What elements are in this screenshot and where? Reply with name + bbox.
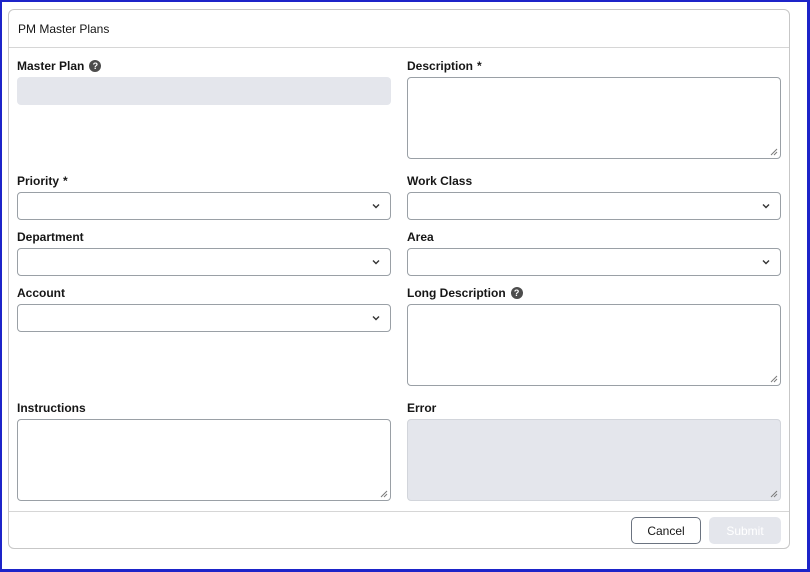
account-select[interactable] bbox=[17, 304, 391, 332]
work-class-label: Work Class bbox=[407, 174, 473, 188]
resize-grip-icon[interactable] bbox=[770, 375, 778, 383]
footer-divider bbox=[9, 511, 789, 512]
area-field: Area bbox=[407, 230, 781, 278]
master-plan-field: Master Plan ? bbox=[17, 59, 391, 107]
account-field: Account bbox=[17, 286, 391, 334]
priority-label: Priority bbox=[17, 174, 60, 188]
required-marker: * bbox=[477, 59, 482, 73]
card-title: PM Master Plans bbox=[18, 22, 110, 36]
priority-field: Priority * bbox=[17, 174, 391, 222]
work-class-field: Work Class bbox=[407, 174, 781, 222]
priority-select[interactable] bbox=[17, 192, 391, 220]
master-plan-label: Master Plan bbox=[17, 59, 85, 73]
required-marker: * bbox=[63, 174, 68, 188]
resize-grip-icon[interactable] bbox=[770, 490, 778, 498]
description-label: Description bbox=[407, 59, 474, 73]
area-select[interactable] bbox=[407, 248, 781, 276]
instructions-label: Instructions bbox=[17, 401, 86, 415]
error-textarea bbox=[407, 419, 781, 501]
chevron-down-icon bbox=[762, 260, 770, 265]
error-label: Error bbox=[407, 401, 437, 415]
chevron-down-icon bbox=[372, 204, 380, 209]
resize-grip-icon[interactable] bbox=[770, 148, 778, 156]
chevron-down-icon bbox=[762, 204, 770, 209]
department-select[interactable] bbox=[17, 248, 391, 276]
work-class-select[interactable] bbox=[407, 192, 781, 220]
error-field: Error bbox=[407, 401, 781, 501]
chevron-down-icon bbox=[372, 260, 380, 265]
long-description-field: Long Description ? bbox=[407, 286, 781, 386]
submit-button[interactable]: Submit bbox=[709, 517, 781, 544]
account-label: Account bbox=[17, 286, 65, 300]
cancel-button[interactable]: Cancel bbox=[631, 517, 701, 544]
area-label: Area bbox=[407, 230, 434, 244]
description-field: Description * bbox=[407, 59, 781, 159]
description-textarea[interactable] bbox=[407, 77, 781, 159]
help-icon[interactable]: ? bbox=[89, 60, 102, 72]
instructions-textarea[interactable] bbox=[17, 419, 391, 501]
card-header: PM Master Plans bbox=[9, 10, 789, 48]
chevron-down-icon bbox=[372, 316, 380, 321]
long-description-label: Long Description bbox=[407, 286, 506, 300]
resize-grip-icon[interactable] bbox=[380, 490, 388, 498]
master-plan-value bbox=[17, 77, 391, 105]
instructions-field: Instructions bbox=[17, 401, 391, 501]
long-description-textarea[interactable] bbox=[407, 304, 781, 386]
department-label: Department bbox=[17, 230, 84, 244]
help-icon[interactable]: ? bbox=[510, 287, 523, 299]
department-field: Department bbox=[17, 230, 391, 278]
pm-master-plans-card: PM Master Plans Master Plan ? Descriptio… bbox=[8, 9, 790, 549]
